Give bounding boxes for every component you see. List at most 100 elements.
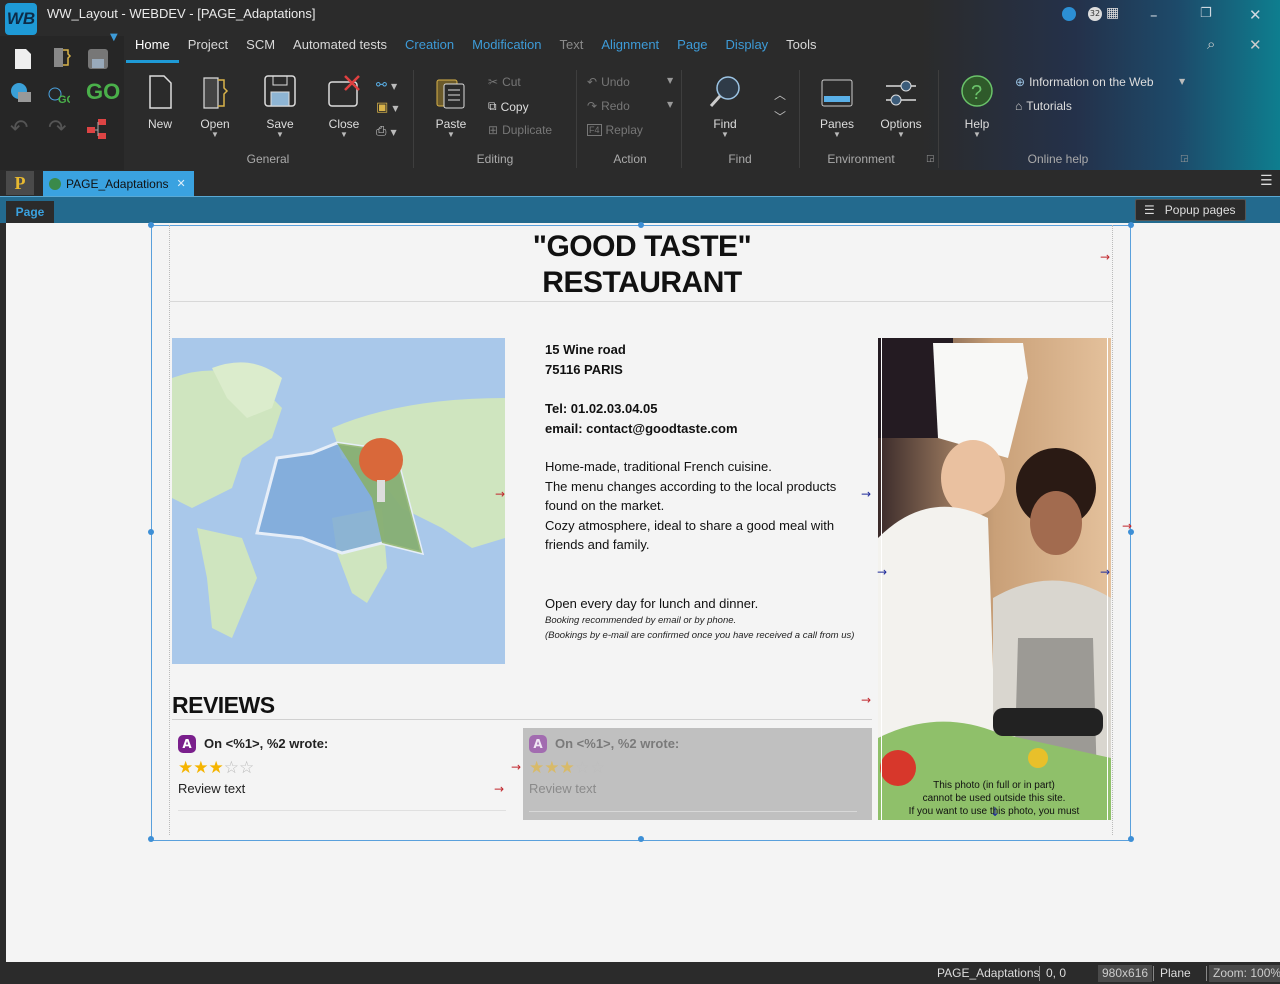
chevron-down-icon: ▼: [897, 130, 905, 139]
tab-modification[interactable]: Modification: [463, 37, 550, 63]
resize-handle[interactable]: [148, 836, 154, 842]
globe-icon: ⊕: [1015, 75, 1026, 89]
test-go-icon[interactable]: GO: [48, 82, 70, 104]
star-empty-icon: ☆: [239, 758, 255, 778]
close-button[interactable]: Close ▼: [319, 74, 369, 139]
resize-handle[interactable]: [148, 222, 154, 228]
bitness-icon[interactable]: 32: [1088, 7, 1102, 21]
page-tab[interactable]: Page: [6, 201, 54, 223]
star-filled-icon: ★: [178, 758, 194, 778]
find-next-icon[interactable]: ﹀: [774, 108, 786, 125]
replay-label: Replay: [605, 123, 643, 137]
resize-handle[interactable]: [638, 222, 644, 228]
new-label: New: [147, 117, 172, 131]
tab-page[interactable]: Page: [668, 37, 716, 63]
tab-display[interactable]: Display: [717, 37, 778, 63]
grid-icon[interactable]: ▦: [1106, 5, 1119, 21]
replay-button[interactable]: F4 Replay: [587, 123, 643, 137]
qat-customize-icon[interactable]: ▼: [110, 32, 118, 43]
photo-notice-text: This photo (in full or in part): [933, 780, 1055, 791]
close-window-button[interactable]: ✕: [1249, 6, 1262, 24]
globe-database-icon[interactable]: [10, 82, 32, 104]
account-icon[interactable]: [1062, 7, 1076, 21]
document-tab[interactable]: PAGE_Adaptations ✕: [43, 171, 194, 196]
status-zoom[interactable]: Zoom: 100%: [1209, 965, 1280, 982]
print-icon[interactable]: ⎙ ▼: [376, 124, 397, 139]
title-line-2: RESTAURANT: [542, 266, 742, 299]
hierarchy-icon[interactable]: [86, 118, 108, 140]
popup-pages-label: Popup pages: [1164, 203, 1236, 217]
dependencies-icon[interactable]: ⚯ ▼: [376, 78, 397, 93]
search-icon[interactable]: ⌕: [1207, 35, 1215, 53]
dialog-launcher-icon[interactable]: ◲: [926, 154, 935, 164]
star-empty-icon: ☆: [574, 758, 590, 778]
tab-creation[interactable]: Creation: [396, 37, 463, 63]
open-folder-icon[interactable]: [50, 46, 72, 68]
page-bar: Page ☰ Popup pages: [0, 196, 1280, 223]
duplicate-button[interactable]: ⊞ Duplicate: [488, 123, 552, 137]
new-button[interactable]: New: [135, 74, 185, 131]
redo-button[interactable]: ↷ Redo: [587, 99, 630, 113]
resize-handle[interactable]: [1128, 222, 1134, 228]
copy-button[interactable]: ⧉ Copy: [488, 99, 529, 114]
title-line-1: "GOOD TASTE": [532, 230, 752, 263]
find-button[interactable]: Find ▼: [700, 74, 750, 139]
tab-automated-tests[interactable]: Automated tests: [284, 37, 396, 63]
resize-handle[interactable]: [1128, 836, 1134, 842]
save-label: Save: [266, 117, 294, 131]
tutorials-button[interactable]: ⌂ Tutorials: [1015, 99, 1072, 113]
panes-button[interactable]: Panes ▼: [812, 74, 862, 139]
resize-handle[interactable]: [148, 529, 154, 535]
cut-button[interactable]: ✂ Cut: [488, 75, 521, 89]
minimize-button[interactable]: –: [1150, 6, 1158, 24]
tab-tools[interactable]: Tools: [777, 37, 825, 63]
save-button[interactable]: Save ▼: [255, 74, 305, 139]
open-button[interactable]: Open ▼: [190, 74, 240, 139]
copy-label: Copy: [500, 99, 529, 114]
redo-dropdown-icon[interactable]: ▼: [667, 100, 673, 109]
menu-icon[interactable]: ☰: [1260, 173, 1273, 189]
paste-button[interactable]: Paste ▼: [426, 74, 476, 139]
new-file-icon[interactable]: [12, 48, 34, 70]
star-filled-icon: ★: [193, 758, 209, 778]
options-button[interactable]: Options ▼: [876, 74, 926, 139]
popup-pages-button[interactable]: ☰ Popup pages: [1135, 199, 1246, 221]
save-icon[interactable]: [87, 48, 109, 70]
status-bar: PAGE_Adaptations 0, 0 980x616 Plane Zoom…: [0, 962, 1280, 984]
review-card-greyed[interactable]: A On <%1>, %2 wrote: ★★★☆☆ Review text: [523, 728, 872, 820]
tab-alignment[interactable]: Alignment: [592, 37, 668, 63]
chevron-down-icon: ▼: [721, 130, 729, 139]
group-divider: [413, 70, 414, 168]
document-tab-label: PAGE_Adaptations: [66, 176, 169, 191]
star-filled-icon: ★: [529, 758, 545, 778]
clipboard-icon: [436, 79, 465, 109]
project-badge[interactable]: P: [6, 171, 34, 195]
address-block: 15 Wine road 75116 PARIS Tel: 01.02.03.0…: [545, 340, 738, 439]
info-web-dropdown-icon[interactable]: ▼: [1179, 77, 1185, 86]
undo-dropdown-icon[interactable]: ▼: [667, 76, 673, 85]
review-card[interactable]: A On <%1>, %2 wrote: ★★★☆☆ Review text: [172, 728, 506, 812]
review-text: Review text: [529, 781, 597, 796]
tab-home[interactable]: Home: [126, 37, 179, 63]
tab-scm[interactable]: SCM: [237, 37, 284, 63]
dialog-launcher-icon[interactable]: ◲: [1180, 154, 1189, 164]
avatar: A: [529, 735, 547, 753]
tab-text[interactable]: Text: [551, 37, 593, 63]
star-rating: ★★★☆☆: [529, 758, 605, 777]
go-icon[interactable]: GO: [86, 79, 120, 105]
booking-note-1: Booking recommended by email or by phone…: [545, 615, 737, 626]
info-web-button[interactable]: ⊕ Information on the Web: [1015, 75, 1154, 89]
close-ribbon-icon[interactable]: ✕: [1249, 36, 1262, 54]
undo-button[interactable]: ↶ Undo: [587, 75, 630, 89]
resize-handle[interactable]: [638, 836, 644, 842]
close-tab-icon[interactable]: ✕: [177, 177, 186, 190]
find-previous-icon[interactable]: ︿: [774, 86, 786, 103]
status-mode[interactable]: Plane: [1156, 965, 1195, 982]
document-tab-bar: P PAGE_Adaptations ✕ ☰: [0, 170, 1280, 196]
description-line-2: The menu changes according to the local …: [545, 478, 837, 514]
page-editor-canvas[interactable]: "GOOD TASTE" RESTAURANT → → 15 Wine road…: [6, 222, 1280, 962]
project-folder-icon[interactable]: ▣ ▼: [376, 100, 399, 115]
tab-project[interactable]: Project: [179, 37, 237, 63]
help-button[interactable]: ? Help ▼: [952, 74, 1002, 139]
restore-button[interactable]: ❐: [1200, 6, 1212, 21]
